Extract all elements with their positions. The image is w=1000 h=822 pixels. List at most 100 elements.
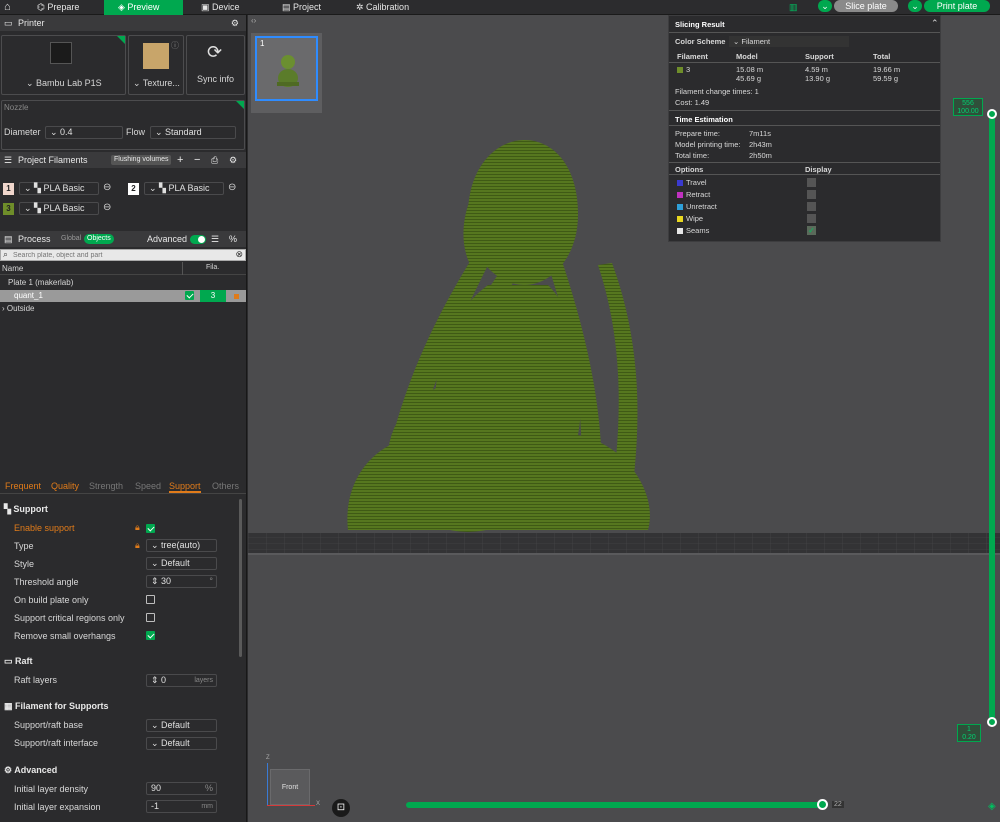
filament-2-remove-icon[interactable]: ⊖ [228,182,236,193]
flushing-volumes-button[interactable]: Flushing volumes [111,155,172,165]
remove-overhangs-checkbox[interactable] [146,631,155,640]
critical-regions-checkbox[interactable] [146,613,155,622]
tab-speed[interactable]: Speed [135,481,161,491]
lock-icon[interactable]: 🔒︎ [135,522,140,533]
object-row[interactable]: quant_1 3 [0,290,246,302]
plate-row[interactable]: Plate 1 (makerlab) [8,278,73,287]
process-section-header: ▤ Process Global Objects Advanced ☰ % [0,231,246,247]
filament-3-select[interactable]: ⌄ ▚ PLA Basic [19,202,99,215]
list-icon[interactable]: ☰ [211,231,219,247]
enable-support-checkbox[interactable] [146,524,155,533]
support-style-select[interactable]: ⌄ Default [146,557,217,570]
model-time-label: Model printing time: [675,140,741,149]
retract-display-checkbox[interactable] [807,190,816,199]
filament-3-remove-icon[interactable]: ⊖ [103,202,111,213]
style-label: Style [14,559,35,569]
layout-icon[interactable]: ▥ [789,0,798,15]
collapse-panel-icon[interactable]: ⌃ [931,18,939,29]
view-cube-front[interactable]: Front [270,769,310,805]
print-plate-button[interactable]: Print plate [924,0,990,12]
z-axis-label: Z [266,755,270,761]
home-icon[interactable]: ⌂ [4,0,11,15]
objects-tab[interactable]: Objects [84,234,114,244]
tab-others[interactable]: Others [212,481,239,491]
object-filament-badge[interactable]: 3 [200,290,226,302]
move-slider[interactable] [406,802,824,808]
tab-device[interactable]: ▣ Device [201,0,240,15]
tab-support[interactable]: Support [169,481,201,493]
percent-icon[interactable]: % [229,231,237,247]
tab-preview[interactable]: ◈ Preview [104,0,183,15]
layer-slider[interactable] [989,113,995,725]
travel-display-checkbox[interactable] [807,178,816,187]
raft-interface-label: Support/raft interface [14,738,99,748]
filament-settings-icon[interactable]: ⚙ [229,152,237,168]
camera-reset-icon[interactable]: ⊡ [332,799,350,817]
remove-overhangs-label: Remove small overhangs [14,631,116,641]
global-tab[interactable]: Global [61,231,81,247]
advanced-toggle[interactable] [190,235,206,244]
print-dropdown-button[interactable]: ⌄ [908,0,922,12]
object-visible-checkbox[interactable] [185,291,194,300]
tab-prepare[interactable]: ⌬ Prepare [37,0,79,15]
filament-2-swatch[interactable]: 2 [128,183,139,195]
raft-interface-select[interactable]: ⌄ Default [146,737,217,750]
tab-project[interactable]: ▤ Project [282,0,321,15]
expansion-input[interactable]: -1 mm [146,800,217,813]
tab-calibration[interactable]: ✲ Calibration [356,0,409,15]
filament-3-swatch[interactable]: 3 [3,203,14,215]
search-input[interactable] [13,250,233,260]
result-filament-num: 3 [686,65,691,74]
header-model: Model [736,52,758,61]
add-filament-icon[interactable]: + [177,152,183,168]
wipe-display-checkbox[interactable] [807,214,816,223]
printer-settings-icon[interactable]: ⚙ [231,15,239,31]
slice-plate-button[interactable]: Slice plate [834,0,898,12]
move-slider-handle[interactable] [817,799,828,810]
build-plate-checkbox[interactable] [146,595,155,604]
header-total: Total [873,52,891,61]
clear-search-icon[interactable]: ⊗ [235,249,243,260]
model-time-value: 2h43m [749,140,772,149]
option-retract: Retract [686,190,711,199]
printer-select[interactable]: ⌄ Bambu Lab P1S [1,35,126,95]
density-input[interactable]: 90% [146,782,217,795]
diameter-select[interactable]: ⌄ 0.4 [45,126,123,139]
support-icon: ▚ [4,504,14,514]
raft-base-select[interactable]: ⌄ Default [146,719,217,732]
top-layer-handle[interactable] [987,109,997,119]
slicing-result-panel: Slicing Result ⌃ Color Scheme ⌄ Filament… [668,15,941,242]
slice-dropdown-button[interactable]: ⌄ [818,0,832,12]
color-scheme-select[interactable]: ⌄ Filament [729,36,849,47]
outside-row[interactable]: › Outside [2,304,34,313]
bottom-layer-handle[interactable] [987,717,997,727]
lock-icon[interactable]: 🔒︎ [135,540,140,551]
raft-layers-unit: layers [194,677,213,684]
tab-strength[interactable]: Strength [89,481,123,491]
raft-layers-input[interactable]: ⇕ 0 layers [146,674,217,687]
threshold-input[interactable]: ⇕ 30 ° [146,575,217,588]
support-type-select[interactable]: ⌄ tree(auto) [146,539,217,552]
filament-1-select[interactable]: ⌄ ▚ PLA Basic [19,182,99,195]
filament-2-select[interactable]: ⌄ ▚ PLA Basic [144,182,224,195]
printer-section-header: ▭ Printer ⚙ [0,15,246,31]
plate-type-select[interactable]: ⓘ ⌄ Texture... [128,35,184,95]
nozzle-label: Nozzle [4,103,29,112]
remove-filament-icon[interactable]: − [194,152,200,168]
tab-quality[interactable]: Quality [51,481,79,491]
flow-select[interactable]: ⌄ Standard [150,126,236,139]
sync-filament-icon[interactable]: ⎙ [211,152,218,168]
seams-color-swatch [677,228,683,234]
seams-display-checkbox[interactable]: ✓ [807,226,816,235]
layers-stack-icon[interactable]: ◈ [988,801,996,812]
filament-type-icon: ▚ [34,203,41,213]
tab-frequent[interactable]: Frequent [5,481,41,491]
unretract-display-checkbox[interactable] [807,202,816,211]
left-sidebar: ▭ Printer ⚙ ⌄ Bambu Lab P1S ⓘ ⌄ Texture.… [0,15,247,822]
raft-base-label: Support/raft base [14,720,84,730]
filament-1-remove-icon[interactable]: ⊖ [103,182,111,193]
filament-1-swatch[interactable]: 1 [3,183,14,195]
settings-scrollbar[interactable] [239,499,242,657]
sync-info-button[interactable]: ⟳ Sync info [186,35,245,95]
header-support: Support [805,52,834,61]
